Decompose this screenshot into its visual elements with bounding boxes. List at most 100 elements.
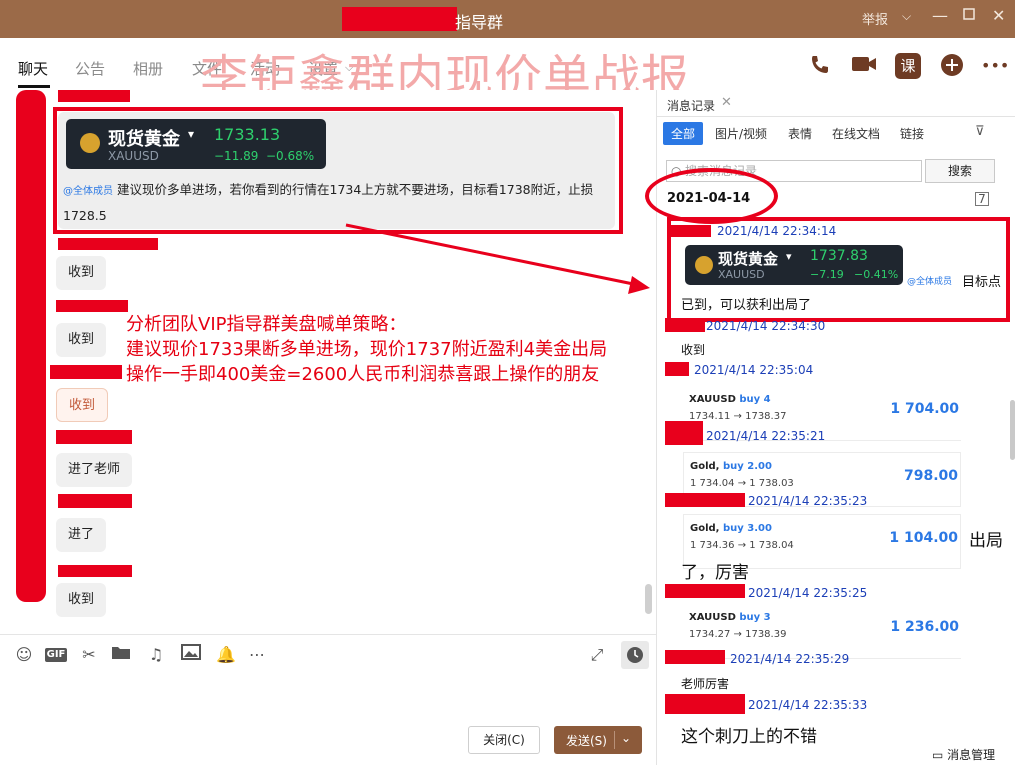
lesson-icon[interactable]: 课 — [895, 53, 921, 79]
phone-call-icon[interactable] — [807, 53, 833, 79]
more-icon[interactable]: ••• — [981, 53, 1009, 79]
chat-bubble: 收到 — [56, 583, 107, 617]
history-message: 这个刺刀上的不错 — [681, 727, 817, 747]
redacted-sender — [58, 90, 130, 102]
redacted-sender — [58, 565, 132, 577]
history-tab-emoji[interactable]: 表情 — [788, 125, 812, 142]
message-timestamp: 2021/4/14 22:34:30 — [706, 319, 826, 333]
tab-chat[interactable]: 聊天 — [18, 58, 48, 79]
history-tab-docs[interactable]: 在线文档 — [832, 125, 880, 142]
close-button[interactable]: 关闭(C) — [468, 726, 540, 754]
chat-bubble-sticker: 收到 — [56, 388, 109, 422]
history-tab-links[interactable]: 链接 — [900, 125, 924, 142]
ticker-price: 1737.83 — [810, 248, 868, 264]
music-icon[interactable]: ♫ — [145, 644, 167, 666]
redacted-sender — [58, 238, 158, 250]
message-timestamp: 2021/4/14 22:35:29 — [730, 652, 850, 666]
annotation-line: 建议现价1733果断多单进场，现价1737附近盈利4美金出局 — [126, 339, 608, 360]
chat-scrollbar[interactable] — [645, 584, 652, 614]
chat-panel: 现货黄金 ▾ XAUUSD 1733.13 −11.89 −0.68% @全体成… — [0, 90, 656, 634]
redacted-sender — [665, 318, 705, 332]
history-header: 消息记录 — [667, 99, 716, 113]
trade-pair: XAUUSD buy 4 — [689, 394, 771, 405]
scissors-icon[interactable]: ✂ — [78, 644, 100, 666]
history-scrollbar[interactable] — [1010, 400, 1015, 460]
minimize-button[interactable]: — — [932, 6, 948, 25]
trade-range: 1 734.04 → 1 738.03 — [690, 478, 794, 489]
calendar-icon[interactable]: 7 — [975, 192, 989, 206]
title-bar: 指导群 举报 ⌵ — ✕ — [0, 0, 1015, 38]
history-message: 老师厉害 — [681, 677, 730, 691]
trade-amount: 1 704.00 — [890, 401, 959, 417]
history-tab-all[interactable]: 全部 — [663, 122, 704, 145]
redacted-group-name — [342, 7, 457, 31]
message-timestamp: 2021/4/14 22:35:23 — [748, 494, 868, 508]
target-label: 目标点 — [962, 275, 1002, 290]
report-button[interactable]: 举报 — [862, 9, 888, 28]
trade-amount: 1 236.00 — [890, 619, 959, 635]
chat-bubble: 收到 — [56, 323, 107, 357]
redacted-avatar-column — [16, 90, 46, 602]
redacted-sender — [58, 494, 132, 508]
close-window-button[interactable]: ✕ — [992, 6, 1005, 25]
mention-all[interactable]: @全体成员 — [907, 274, 952, 287]
chat-bubble: 进了老师 — [56, 453, 133, 487]
filter-icon[interactable]: ⊽ — [975, 124, 985, 139]
history-search-button[interactable]: 搜索 — [925, 159, 995, 183]
gif-icon[interactable]: GIF — [45, 648, 67, 662]
trade-pair: Gold, buy 2.00 — [690, 461, 772, 472]
redacted-sender — [50, 365, 122, 379]
redacted-sender — [665, 694, 745, 714]
message-timestamp: 2021/4/14 22:35:21 — [706, 429, 826, 443]
message-timestamp: 2021/4/14 22:35:33 — [748, 698, 868, 712]
active-tab-underline — [18, 85, 50, 88]
message-timestamp: 2021/4/14 22:35:04 — [694, 363, 814, 377]
close-history-icon[interactable]: ✕ — [721, 95, 732, 110]
video-call-icon[interactable] — [851, 53, 877, 79]
more-tools-icon[interactable]: ⋯ — [246, 644, 268, 666]
history-message: 收到 — [681, 343, 706, 357]
chat-bubble-icon: ▭ — [932, 748, 944, 762]
redacted-sender — [56, 300, 128, 312]
redacted-sender — [665, 493, 745, 507]
maximize-icon — [963, 8, 975, 20]
history-clock-icon[interactable] — [621, 641, 649, 669]
red-annotation: 分析团队VIP指导群美盘喊单策略： 建议现价1733果断多单进场，现价1737附… — [126, 312, 686, 387]
tab-album[interactable]: 相册 — [133, 58, 163, 79]
history-tab-media[interactable]: 图片/视频 — [715, 125, 767, 142]
send-options-chevron-icon[interactable]: ⌄ — [621, 731, 631, 745]
expand-icon[interactable]: ⤢ — [586, 644, 608, 666]
bell-icon[interactable]: 🔔 — [215, 644, 237, 666]
divider — [657, 116, 1015, 117]
ticker-symbol: XAUUSD — [718, 268, 765, 281]
emoji-icon[interactable]: ☺ — [13, 644, 35, 666]
annotation-line: 操作一手即400美金=2600人民币利润恭喜跟上操作的朋友 — [126, 364, 600, 385]
tab-bar: 聊天 公告 相册 文件 活动 设置 ⌵ 李钜鑫群内现价单战报 课 ••• — [0, 38, 1015, 106]
ticker-change: −7.19 — [810, 268, 844, 281]
send-button[interactable]: 发送(S) ⌄ — [554, 726, 642, 754]
history-message: 了，厉害 — [681, 563, 749, 583]
annotation-arrow — [345, 223, 650, 294]
chat-bubble: 进了 — [56, 518, 107, 552]
send-label: 发送(S) — [566, 734, 607, 748]
maximize-button[interactable] — [963, 8, 975, 24]
message-history-panel: 消息记录 ✕ 全部 图片/视频 表情 在线文档 链接 ⊽ ○ 搜索消息记录 搜索… — [645, 90, 1015, 765]
redacted-sender — [665, 584, 745, 598]
trade-range: 1 734.36 → 1 738.04 — [690, 540, 794, 551]
gold-coin-icon — [695, 256, 713, 274]
folder-icon[interactable] — [110, 644, 132, 666]
message-input-area: ☺ GIF ✂ ♫ 🔔 ⋯ ⤢ 关闭(C) 发送(S) ⌄ — [0, 634, 656, 765]
ticker-name: 现货黄金 — [718, 250, 779, 268]
trade-range: 1734.11 → 1738.37 — [689, 411, 787, 422]
gold-ticker-card-history[interactable]: 现货黄金 ▾ XAUUSD 1737.83 −7.19 −0.41% — [685, 245, 903, 285]
add-icon[interactable] — [939, 53, 965, 79]
redacted-sender — [665, 421, 703, 445]
chevron-down-icon[interactable]: ⌵ — [902, 9, 911, 24]
message-manage-button[interactable]: ▭ 消息管理 — [932, 746, 995, 763]
image-icon[interactable] — [180, 644, 202, 666]
trade-amount: 1 104.00 — [889, 530, 958, 546]
ticker-change-pct: −0.41% — [854, 268, 899, 281]
redacted-sender — [665, 650, 725, 664]
trade-amount: 798.00 — [903, 468, 958, 484]
tab-announcement[interactable]: 公告 — [75, 58, 105, 79]
